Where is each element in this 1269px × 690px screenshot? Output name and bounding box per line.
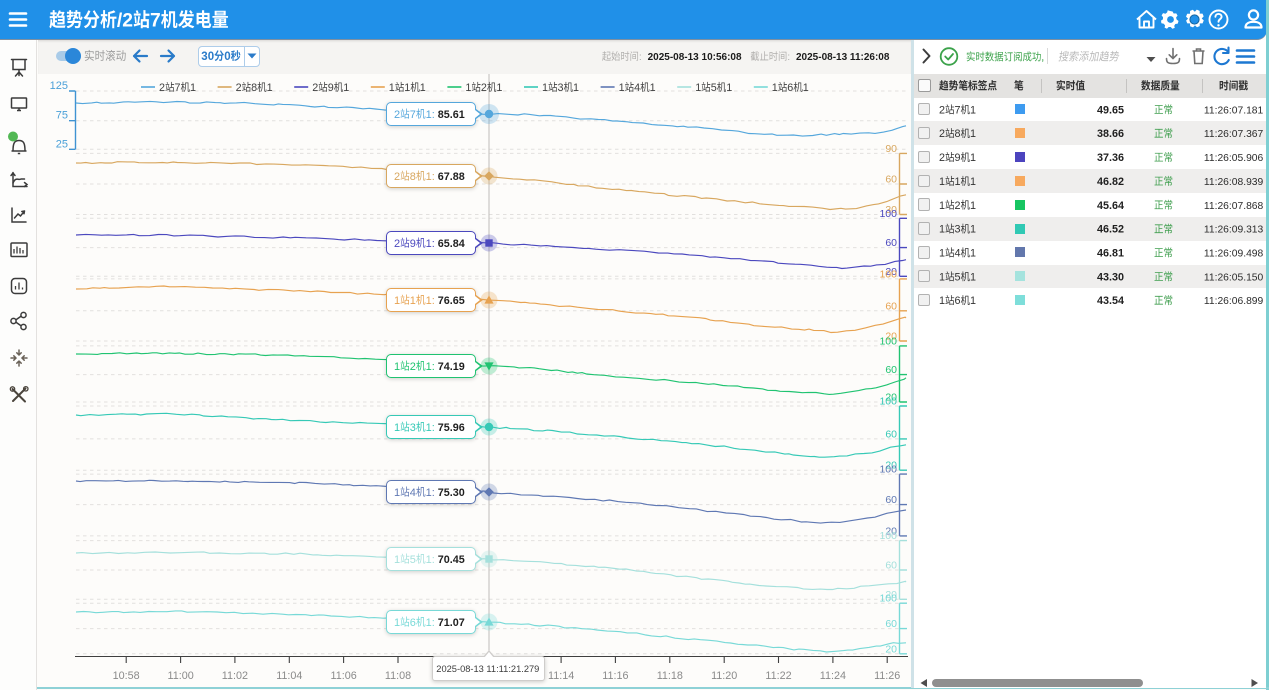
svg-text:60: 60	[885, 174, 897, 186]
svg-text:60: 60	[885, 364, 897, 376]
svg-text:11:24: 11:24	[820, 670, 846, 682]
svg-text:11:04: 11:04	[276, 670, 302, 682]
svg-text:100: 100	[879, 464, 897, 476]
svg-text:100: 100	[879, 335, 897, 347]
svg-text:60: 60	[885, 237, 897, 249]
svg-text:60: 60	[885, 300, 897, 312]
svg-text:100: 100	[879, 530, 897, 542]
svg-text:125: 125	[50, 80, 68, 92]
svg-text:11:08: 11:08	[385, 670, 411, 682]
svg-text:11:16: 11:16	[602, 670, 628, 682]
svg-text:10:58: 10:58	[113, 670, 140, 682]
svg-text:100: 100	[879, 208, 897, 220]
svg-text:11:18: 11:18	[657, 670, 683, 682]
svg-text:11:20: 11:20	[711, 670, 737, 682]
svg-text:90: 90	[885, 143, 897, 155]
svg-text:75: 75	[56, 110, 68, 122]
svg-text:60: 60	[885, 494, 897, 506]
svg-text:60: 60	[885, 428, 897, 440]
svg-text:100: 100	[879, 593, 897, 605]
svg-text:11:00: 11:00	[167, 670, 193, 682]
svg-text:60: 60	[885, 618, 897, 630]
svg-text:100: 100	[879, 396, 897, 408]
svg-text:25: 25	[56, 138, 68, 150]
svg-text:11:26: 11:26	[874, 670, 900, 682]
svg-text:11:22: 11:22	[765, 670, 791, 682]
svg-text:60: 60	[885, 560, 897, 572]
svg-text:20: 20	[885, 643, 897, 655]
svg-text:100: 100	[879, 268, 897, 280]
svg-text:11:06: 11:06	[330, 670, 356, 682]
svg-text:11:02: 11:02	[222, 670, 248, 682]
svg-text:11:14: 11:14	[548, 670, 574, 682]
